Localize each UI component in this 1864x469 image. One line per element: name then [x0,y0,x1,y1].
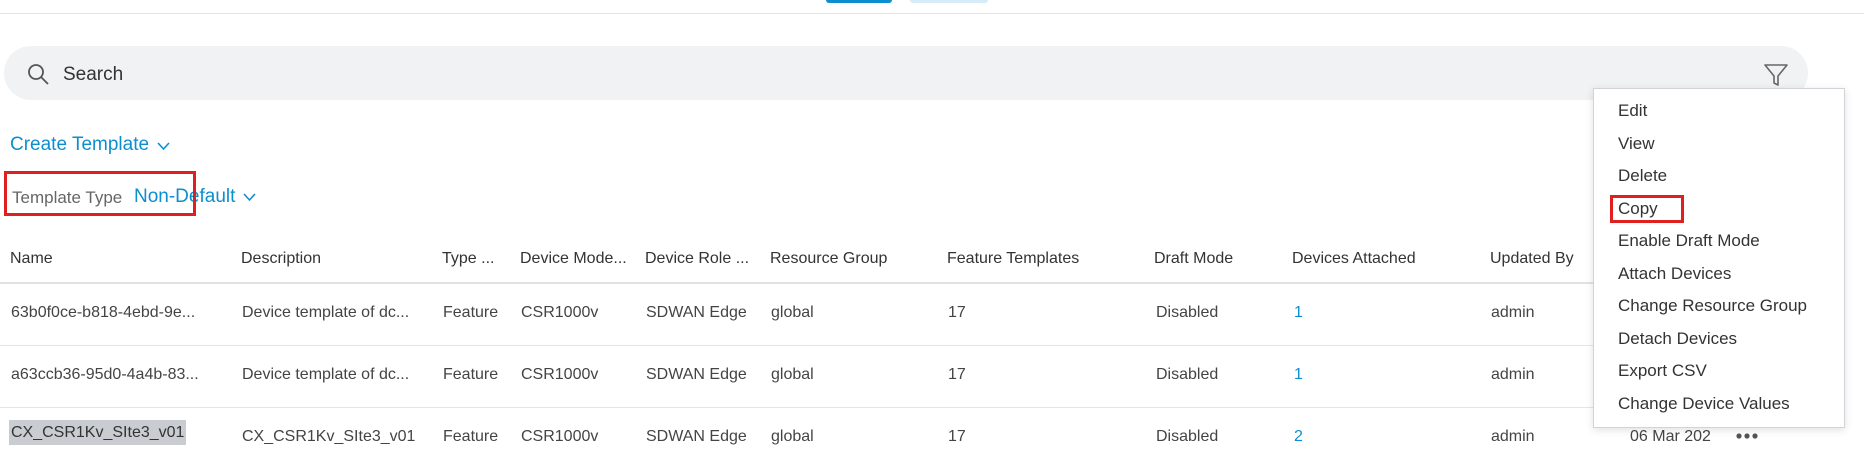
column-header-draft-mode[interactable]: Draft Mode [1154,250,1233,268]
create-template-label: Create Template [10,134,150,155]
row-actions-menu: Edit View Delete Copy Enable Draft Mode … [1593,88,1845,428]
cell-feature-templates: 17 [948,304,966,321]
cell-resource-group: global [771,304,814,321]
chevron-down-icon [243,192,256,201]
cell-device-role: SDWAN Edge [646,304,747,321]
column-header-device-model[interactable]: Device Mode... [520,250,627,268]
cell-feature-templates: 17 [948,428,966,445]
more-options-icon[interactable] [1735,429,1759,443]
cell-name[interactable]: CX_CSR1Kv_SIte3_v01 [9,420,187,445]
column-header-description[interactable]: Description [241,250,321,268]
cell-updated-by: admin [1491,428,1535,445]
devices-attached-link[interactable]: 1 [1294,366,1303,384]
column-header-type[interactable]: Type ... [442,250,494,268]
cell-draft-mode: Disabled [1156,304,1219,321]
menu-item-delete[interactable]: Delete [1618,166,1667,186]
cell-description: Device template of dc... [242,304,410,321]
table-row[interactable]: a63ccb36-95d0-4a4b-83... Device template… [0,346,1600,408]
column-header-name[interactable]: Name [10,250,53,268]
cell-device-model: CSR1000v [521,304,599,321]
cell-draft-mode: Disabled [1156,428,1219,445]
create-template-button[interactable]: Create Template [10,134,170,156]
menu-item-enable-draft-mode[interactable]: Enable Draft Mode [1618,231,1760,251]
menu-item-attach-devices[interactable]: Attach Devices [1618,264,1731,284]
table-row[interactable]: CX_CSR1Kv_SIte3_v01 CX_CSR1Kv_SIte3_v01 … [0,408,1711,469]
column-header-devices-attached[interactable]: Devices Attached [1292,250,1416,268]
top-tab-indicator-inactive[interactable] [910,0,988,3]
menu-item-detach-devices[interactable]: Detach Devices [1618,329,1737,349]
search-bar[interactable]: Search [4,46,1808,100]
cell-device-model: CSR1000v [521,366,599,383]
cell-description: CX_CSR1Kv_SIte3_v01 [242,428,416,445]
cell-resource-group: global [771,366,814,383]
top-tab-indicator-active[interactable] [826,0,892,3]
menu-item-view[interactable]: View [1618,134,1655,154]
menu-item-change-resource-group[interactable]: Change Resource Group [1618,296,1807,316]
column-header-resource-group[interactable]: Resource Group [770,250,887,268]
cell-type: Feature [443,428,499,445]
cell-device-model: CSR1000v [521,428,599,445]
cell-updated-on: 06 Mar 202 [1630,428,1711,445]
column-header-updated-by[interactable]: Updated By [1490,250,1574,268]
cell-type: Feature [443,304,499,321]
menu-item-export-csv[interactable]: Export CSV [1618,361,1707,381]
menu-item-change-device-values[interactable]: Change Device Values [1618,394,1790,414]
cell-type: Feature [443,366,499,383]
chevron-down-icon [157,141,170,150]
column-header-device-role[interactable]: Device Role ... [645,250,749,268]
copy-highlight-box [1610,195,1684,223]
devices-attached-link[interactable]: 1 [1294,304,1303,322]
cell-device-role: SDWAN Edge [646,366,747,383]
filter-icon[interactable] [1762,61,1790,89]
cell-updated-by: admin [1491,304,1535,321]
devices-attached-link[interactable]: 2 [1294,428,1303,446]
table-row[interactable]: 63b0f0ce-b818-4ebd-9e... Device template… [0,284,1600,346]
search-icon [28,64,49,85]
cell-description: Device template of dc... [242,366,410,383]
cell-updated-by: admin [1491,366,1535,383]
cell-device-role: SDWAN Edge [646,428,747,445]
menu-item-edit[interactable]: Edit [1618,101,1647,121]
search-input[interactable]: Search [63,64,123,86]
cell-draft-mode: Disabled [1156,366,1219,383]
column-header-feature-templates[interactable]: Feature Templates [947,250,1079,268]
cell-name[interactable]: 63b0f0ce-b818-4ebd-9e... [11,304,195,322]
top-divider [0,13,1864,14]
name-highlight-box [4,171,196,216]
cell-feature-templates: 17 [948,366,966,383]
cell-name[interactable]: a63ccb36-95d0-4a4b-83... [11,366,199,384]
selected-name-text[interactable]: CX_CSR1Kv_SIte3_v01 [9,420,187,445]
cell-resource-group: global [771,428,814,445]
